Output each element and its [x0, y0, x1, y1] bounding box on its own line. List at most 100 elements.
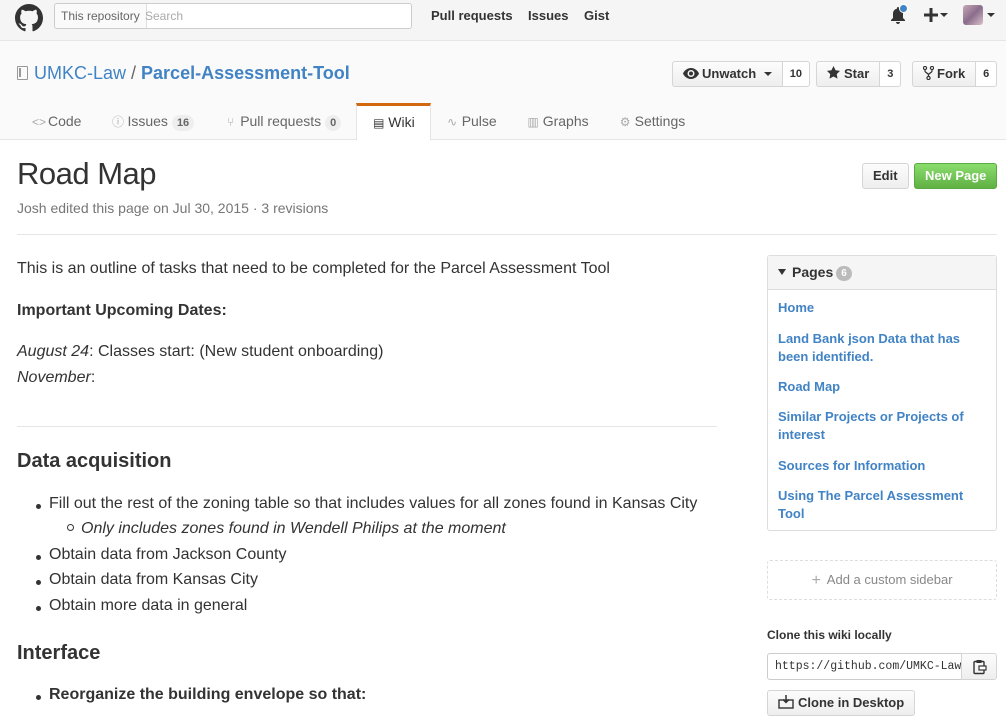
nav-issues[interactable]: Issues — [528, 8, 568, 23]
search-scope-label: This repository — [55, 4, 147, 28]
dates-heading: Important Upcoming Dates: — [17, 302, 227, 319]
page-link[interactable]: Home — [778, 299, 983, 317]
chevron-down-icon — [940, 13, 948, 17]
add-custom-sidebar-button[interactable]: + Add a custom sidebar — [767, 560, 997, 600]
tab-settings-label: Settings — [634, 113, 686, 129]
tab-pulse[interactable]: ∿ Pulse — [431, 103, 512, 140]
date-term: August 24 — [17, 343, 90, 360]
page-link[interactable]: Land Bank json Data that has been identi… — [778, 330, 983, 366]
repo-tabs: <> Code ⓘ Issues 16 ⑂ Pull requests 0 ▤ Wiki ∿… — [17, 103, 701, 141]
tab-wiki[interactable]: ▤ Wiki — [356, 103, 431, 141]
fork-count[interactable]: 6 — [976, 61, 998, 87]
clone-url-field[interactable]: https://github.com/UMKC-Law/Parcel-Asses… — [767, 653, 962, 680]
issue-icon: ⓘ — [111, 115, 124, 129]
page-title: Road Map — [17, 156, 157, 191]
date-term: November — [17, 369, 91, 386]
fork-label: Fork — [937, 66, 966, 81]
list-item: Reorganize the building envelope so that… — [49, 686, 367, 703]
copy-url-button[interactable] — [961, 653, 997, 680]
list-item: Only includes zones found in Wendell Phi… — [81, 520, 506, 537]
bullet-icon — [36, 504, 41, 509]
star-label: Star — [844, 66, 870, 81]
chevron-down-icon — [987, 13, 995, 17]
search-box[interactable]: This repository — [54, 3, 412, 29]
bullet-icon — [36, 555, 41, 560]
issues-counter: 16 — [171, 115, 195, 131]
site-header: This repository Pull requests Issues Gis… — [0, 0, 1006, 41]
tab-pulse-label: Pulse — [461, 113, 497, 129]
graph-icon: ▥ — [527, 115, 539, 129]
tab-issues-label: Issues — [127, 113, 168, 129]
search-input[interactable] — [145, 6, 405, 26]
repo-name-link[interactable]: Parcel-Assessment-Tool — [141, 63, 350, 83]
chevron-down-icon — [763, 72, 772, 76]
unwatch-label: Unwatch — [702, 66, 757, 81]
avatar[interactable] — [963, 5, 983, 25]
date-text: : Classes start: (New student onboarding… — [89, 343, 384, 360]
repo-header: UMKC-Law / Parcel-Assessment-Tool Unwatch … — [0, 41, 1006, 141]
pulse-icon: ∿ — [447, 115, 458, 129]
clone-label: Clone this wiki locally — [767, 628, 892, 642]
page-link[interactable]: Similar Projects or Projects of interest — [778, 408, 983, 444]
fork-icon — [922, 65, 935, 81]
watch-count[interactable]: 10 — [782, 61, 811, 87]
star-button[interactable]: Star — [816, 61, 881, 87]
fork-group: Fork 6 — [912, 61, 998, 87]
pages-label: Pages — [792, 264, 834, 280]
pages-toggle[interactable]: Pages 6 — [768, 256, 996, 290]
pages-sidebar: Pages 6 Home Land Bank json Data that has… — [767, 255, 997, 531]
tab-pull-requests[interactable]: ⑂ Pull requests 0 — [209, 103, 356, 140]
gear-icon: ⚙ — [619, 115, 631, 129]
tab-wiki-label: Wiki — [388, 114, 415, 130]
edit-button[interactable]: Edit — [862, 163, 909, 189]
nav-gist[interactable]: Gist — [584, 8, 609, 23]
section-heading: Interface — [17, 642, 101, 664]
list-item: Obtain more data in general — [49, 597, 248, 614]
repo-owner-link[interactable]: UMKC-Law — [34, 63, 126, 83]
page-link[interactable]: Using The Parcel Assessment Tool — [778, 487, 983, 523]
divider — [17, 426, 717, 427]
date-line-1: August 24: Classes start: (New student o… — [17, 343, 383, 361]
page-meta: Josh edited this page on Jul 30, 2015 · … — [17, 200, 329, 216]
repo-separator: / — [131, 63, 137, 83]
unwatch-button[interactable]: Unwatch — [672, 61, 783, 87]
date-line-2: November: — [17, 369, 95, 387]
date-text: : — [90, 369, 96, 386]
tab-graphs-label: Graphs — [542, 113, 589, 129]
clone-in-desktop-button[interactable]: Clone in Desktop — [767, 690, 916, 716]
intro-text: This is an outline of tasks that need to… — [17, 260, 610, 277]
pages-count: 6 — [836, 266, 852, 281]
plus-icon[interactable] — [924, 8, 938, 22]
tab-pull-requests-label: Pull requests — [240, 113, 322, 129]
repo-title: UMKC-Law / Parcel-Assessment-Tool — [17, 63, 350, 84]
repo-icon — [17, 66, 28, 80]
notification-indicator — [899, 4, 908, 13]
eye-icon — [683, 68, 699, 79]
page-link[interactable]: Road Map — [778, 378, 983, 396]
tab-settings[interactable]: ⚙ Settings — [604, 103, 701, 140]
bullet-icon — [36, 606, 41, 611]
tab-code[interactable]: <> Code — [17, 103, 96, 140]
star-count[interactable]: 3 — [880, 61, 902, 87]
new-page-button[interactable]: New Page — [914, 163, 998, 189]
watch-group: Unwatch 10 — [672, 61, 811, 87]
github-logo-icon[interactable] — [15, 4, 43, 32]
fork-button[interactable]: Fork — [912, 61, 977, 87]
plus-icon: + — [811, 572, 821, 589]
list-item: Fill out the rest of the zoning table so… — [49, 495, 698, 512]
tab-code-label: Code — [48, 113, 82, 129]
tab-issues[interactable]: ⓘ Issues 16 — [96, 103, 209, 140]
star-group: Star 3 — [816, 61, 902, 87]
pull-request-icon: ⑂ — [227, 115, 235, 129]
bullet-icon — [36, 695, 41, 700]
add-custom-sidebar-label: Add a custom sidebar — [826, 572, 953, 587]
divider — [17, 234, 997, 235]
star-icon — [827, 66, 840, 79]
list-item: Obtain data from Jackson County — [49, 546, 287, 563]
list-item: Obtain data from Kansas City — [49, 571, 258, 588]
tab-graphs[interactable]: ▥ Graphs — [512, 103, 604, 140]
desktop-download-icon — [778, 695, 794, 709]
circle-bullet-icon — [67, 524, 74, 531]
page-link[interactable]: Sources for Information — [778, 457, 983, 475]
nav-pull-requests[interactable]: Pull requests — [431, 8, 513, 23]
